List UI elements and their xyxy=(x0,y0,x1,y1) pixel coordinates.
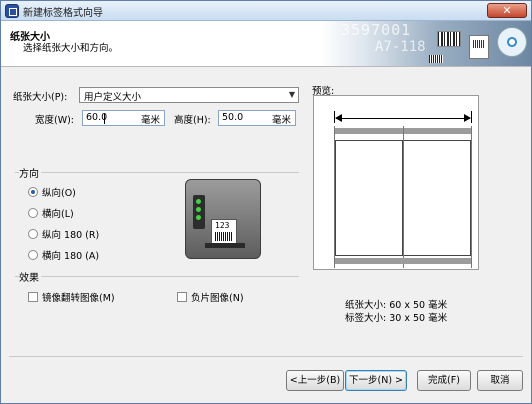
width-dimension-line xyxy=(336,118,470,119)
orientation-label[interactable]: 横向(L) xyxy=(42,206,74,220)
next-button[interactable]: 下一步(N) > xyxy=(345,370,407,391)
mirror-image-label[interactable]: 镜像翻转图像(M) xyxy=(42,290,115,304)
preview-paper xyxy=(334,126,472,268)
banner-text-1: 3597001 xyxy=(341,21,412,39)
barcode-icon xyxy=(215,232,233,241)
paper-size-info: 纸张大小: 60 x 50 毫米 xyxy=(345,300,448,311)
led-icon xyxy=(196,207,201,212)
paper-size-select[interactable]: 用户定义大小 ▼ xyxy=(79,87,299,103)
preview-label-right xyxy=(403,140,471,256)
height-value: 50.0 xyxy=(222,112,244,123)
width-label: 宽度(W): xyxy=(35,115,75,126)
orientation-label[interactable]: 横向 180 (A) xyxy=(42,248,99,262)
app-icon xyxy=(5,4,19,18)
height-field[interactable]: 50.0 毫米 xyxy=(218,110,296,126)
width-unit: 毫米 xyxy=(140,115,160,126)
label-card-icon xyxy=(469,35,489,59)
orientation-label[interactable]: 纵向(O) xyxy=(42,185,76,199)
height-label: 高度(H): xyxy=(174,115,211,126)
label-size-info: 标签大小: 30 x 50 毫米 xyxy=(345,313,448,324)
orientation-group-title: 方向 xyxy=(19,165,41,180)
dimension-tick xyxy=(471,111,472,123)
wizard-window: 新建标签格式向导 ✕ 纸张大小 选择纸张大小和方向。 3597001 A7-11… xyxy=(0,0,532,404)
disc-icon xyxy=(497,27,527,57)
preview-pane xyxy=(313,95,479,270)
window-title: 新建标签格式向导 xyxy=(23,8,103,19)
chevron-down-icon[interactable]: ▼ xyxy=(289,90,295,99)
header-banner-image: 3597001 A7-118 xyxy=(321,21,531,66)
label-separator xyxy=(403,126,404,268)
wizard-header: 纸张大小 选择纸张大小和方向。 3597001 A7-118 xyxy=(1,21,531,67)
height-unit: 毫米 xyxy=(271,115,291,126)
finish-button[interactable]: 完成(F) xyxy=(417,370,471,391)
barcode-small-icon xyxy=(429,55,443,63)
radio-icon[interactable] xyxy=(28,187,38,197)
preview-label-left xyxy=(335,140,403,256)
arrow-left-icon xyxy=(335,114,342,122)
orientation-group-line xyxy=(15,172,299,173)
preview-info: 纸张大小: 60 x 50 毫米 标签大小: 30 x 50 毫米 xyxy=(345,299,447,325)
banner-text-2: A7-118 xyxy=(375,39,426,55)
barcode-icon xyxy=(437,31,461,47)
printer-panel xyxy=(193,195,205,229)
printed-label-number: 123 xyxy=(215,221,230,230)
width-field[interactable]: 60.0 毫米 xyxy=(82,110,165,126)
cancel-button[interactable]: 取消 xyxy=(477,370,523,391)
back-button[interactable]: <上一步(B) xyxy=(286,370,344,391)
effects-group-title: 效果 xyxy=(19,269,41,284)
printer-icon: 123 xyxy=(185,179,261,259)
footer-separator xyxy=(9,356,523,357)
title-bar: 新建标签格式向导 ✕ xyxy=(1,1,531,21)
negative-image-label[interactable]: 负片图像(N) xyxy=(191,290,244,304)
orientation-label[interactable]: 纵向 180 (R) xyxy=(42,227,99,241)
checkbox-icon[interactable] xyxy=(177,292,187,302)
led-icon xyxy=(196,199,201,204)
radio-icon[interactable] xyxy=(28,229,38,239)
page-subtitle: 选择纸张大小和方向。 xyxy=(23,43,119,54)
printer-slot xyxy=(205,243,245,248)
radio-icon[interactable] xyxy=(28,250,38,260)
led-icon xyxy=(196,215,201,220)
paper-size-value: 用户定义大小 xyxy=(84,92,142,103)
text-caret xyxy=(104,113,105,124)
checkbox-icon[interactable] xyxy=(28,292,38,302)
printed-label-icon: 123 xyxy=(211,219,237,245)
paper-size-label: 纸张大小(P): xyxy=(13,92,68,103)
arrow-right-icon xyxy=(464,114,471,122)
radio-icon[interactable] xyxy=(28,208,38,218)
close-button[interactable]: ✕ xyxy=(487,3,527,18)
effects-group-line xyxy=(15,276,299,277)
label-gap-strip xyxy=(335,258,471,264)
